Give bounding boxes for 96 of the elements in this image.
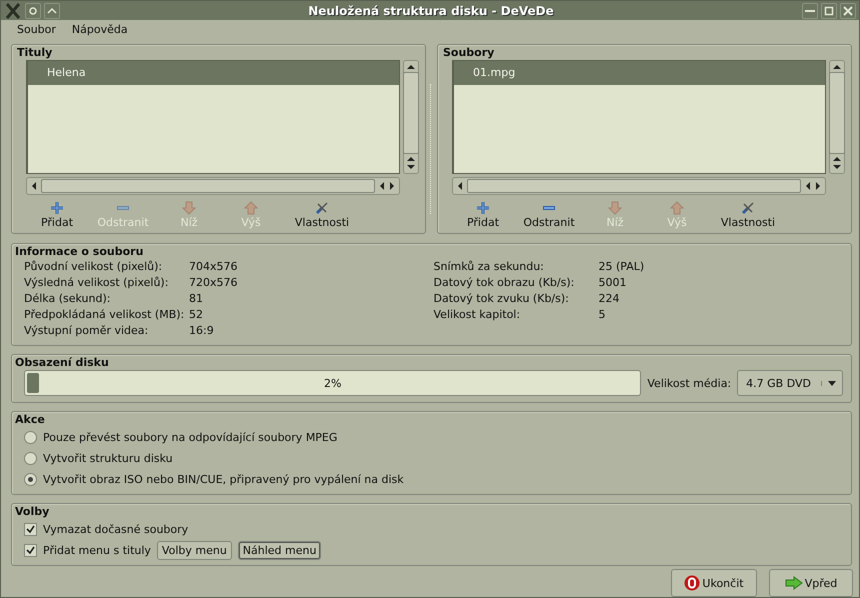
up-arrow-icon — [407, 64, 415, 70]
group-title: Informace o souboru — [15, 244, 144, 259]
info-value: 81 — [189, 291, 204, 307]
app-icon — [4, 2, 22, 20]
checkbox[interactable] — [24, 523, 37, 536]
group-title: Tituly — [17, 45, 54, 60]
scroll-thumb[interactable] — [467, 179, 801, 193]
up-arrow-icon — [833, 64, 841, 70]
group-title: Obsazení disku — [15, 355, 110, 370]
info-label: Datový tok zvuku (Kb/s): — [434, 291, 570, 307]
stop-icon — [684, 575, 700, 591]
info-value: 5001 — [598, 275, 628, 291]
info-label: Výstupní poměr videa: — [24, 323, 150, 339]
toolbar-button[interactable]: Přidat — [452, 201, 514, 229]
menu-button[interactable]: Volby menu — [156, 541, 232, 560]
toolbar-button[interactable]: Přidat — [26, 201, 88, 229]
caret-icon — [47, 6, 57, 16]
group-title: Volby — [15, 504, 50, 519]
forward-button[interactable]: Vpřed — [769, 569, 853, 597]
minimize-icon — [805, 10, 815, 12]
radio-label: Pouze převést soubory na odpovídající soubory MPEG — [43, 431, 338, 444]
check-icon — [26, 525, 35, 534]
up-arrow-icon — [833, 156, 841, 162]
left-arrow-icon — [805, 182, 811, 190]
close-button[interactable] — [840, 2, 856, 18]
group-title: Akce — [15, 412, 46, 427]
horizontal-scrollbar[interactable] — [452, 177, 826, 195]
progress-reading: 2% — [324, 376, 342, 390]
menu-item[interactable]: Soubor — [17, 23, 56, 36]
left-arrow-icon — [457, 182, 463, 190]
pane-grip[interactable] — [430, 84, 433, 214]
info-value: 704x576 — [189, 259, 239, 275]
toolbar-button[interactable]: Odstranit — [514, 201, 584, 229]
check-icon — [26, 546, 35, 555]
checkbox[interactable] — [24, 544, 37, 557]
scroll-thumb[interactable] — [403, 72, 419, 154]
checkbox-label: Vymazat dočasné soubory — [43, 523, 188, 536]
plus-icon — [50, 201, 64, 215]
tools-icon — [741, 201, 755, 215]
info-label: Datový tok obrazu (Kb/s): — [434, 275, 576, 291]
up-arrow-icon — [670, 201, 684, 215]
menu-item[interactable]: Nápověda — [72, 23, 128, 36]
group-title: Soubory — [443, 45, 496, 60]
info-value: 16:9 — [189, 323, 215, 339]
quit-button[interactable]: Ukončit — [671, 569, 757, 597]
caret-icon — [821, 380, 836, 386]
info-value: 224 — [598, 291, 620, 307]
toolbar-button[interactable]: Vlastnosti — [282, 201, 362, 229]
menu-button[interactable] — [25, 2, 41, 18]
info-label: Výsledná velikost (pixelů): — [24, 275, 170, 291]
info-value: 5 — [598, 307, 606, 323]
up-arrow-icon — [407, 156, 415, 162]
down-arrow-icon — [182, 201, 196, 215]
scroll-thumb[interactable] — [829, 72, 845, 154]
vertical-scrollbar[interactable] — [829, 60, 845, 174]
list-item[interactable]: Helena — [28, 61, 399, 85]
info-value: 25 (PAL) — [598, 259, 646, 275]
right-arrow-icon — [815, 182, 821, 190]
shade-button[interactable] — [44, 2, 60, 18]
radio-button[interactable] — [24, 473, 37, 486]
left-arrow-icon — [31, 182, 37, 190]
up-arrow-icon — [244, 201, 258, 215]
right-arrow-icon — [784, 576, 803, 590]
info-label: Délka (sekund): — [24, 291, 112, 307]
menu-button[interactable]: Náhled menu — [238, 541, 322, 560]
close-icon — [843, 6, 853, 16]
gear-icon — [28, 6, 38, 16]
info-label: Velikost kapitol: — [434, 307, 522, 323]
plus-icon — [476, 201, 490, 215]
vertical-scrollbar[interactable] — [403, 60, 419, 174]
horizontal-scrollbar[interactable] — [26, 177, 400, 195]
radio-button[interactable] — [24, 452, 37, 465]
info-label: Původní velikost (pixelů): — [24, 259, 164, 275]
info-value: 720x576 — [189, 275, 239, 291]
window-title: Neuložená struktura disku - DeVeDe — [308, 4, 554, 18]
down-arrow-icon — [833, 164, 841, 170]
down-arrow-icon — [608, 201, 622, 215]
toolbar-button[interactable]: Vlastnosti — [708, 201, 788, 229]
maximize-button[interactable] — [821, 2, 837, 18]
list-item[interactable]: 01.mpg — [454, 61, 825, 85]
minimize-button[interactable] — [802, 2, 818, 18]
right-arrow-icon — [389, 182, 395, 190]
info-value: 52 — [189, 307, 204, 323]
tools-icon — [315, 201, 329, 215]
info-label: Předpokládaná velikost (MB): — [24, 307, 186, 323]
down-arrow-icon — [407, 164, 415, 170]
media-dropdown[interactable]: 4.7 GB DVD — [737, 370, 843, 396]
radio-label: Vytvořit strukturu disku — [43, 452, 173, 465]
radio-button[interactable] — [24, 431, 37, 444]
info-label: Snímků za sekundu: — [434, 259, 545, 275]
checkbox-label: Přidat menu s tituly — [43, 544, 151, 557]
radio-label: Vytvořit obraz ISO nebo BIN/CUE, připravený pro vypálení na disk — [43, 473, 404, 486]
left-arrow-icon — [379, 182, 385, 190]
maximize-icon — [824, 6, 834, 16]
scroll-thumb[interactable] — [41, 179, 375, 193]
media-label: Velikost média: — [647, 376, 732, 390]
